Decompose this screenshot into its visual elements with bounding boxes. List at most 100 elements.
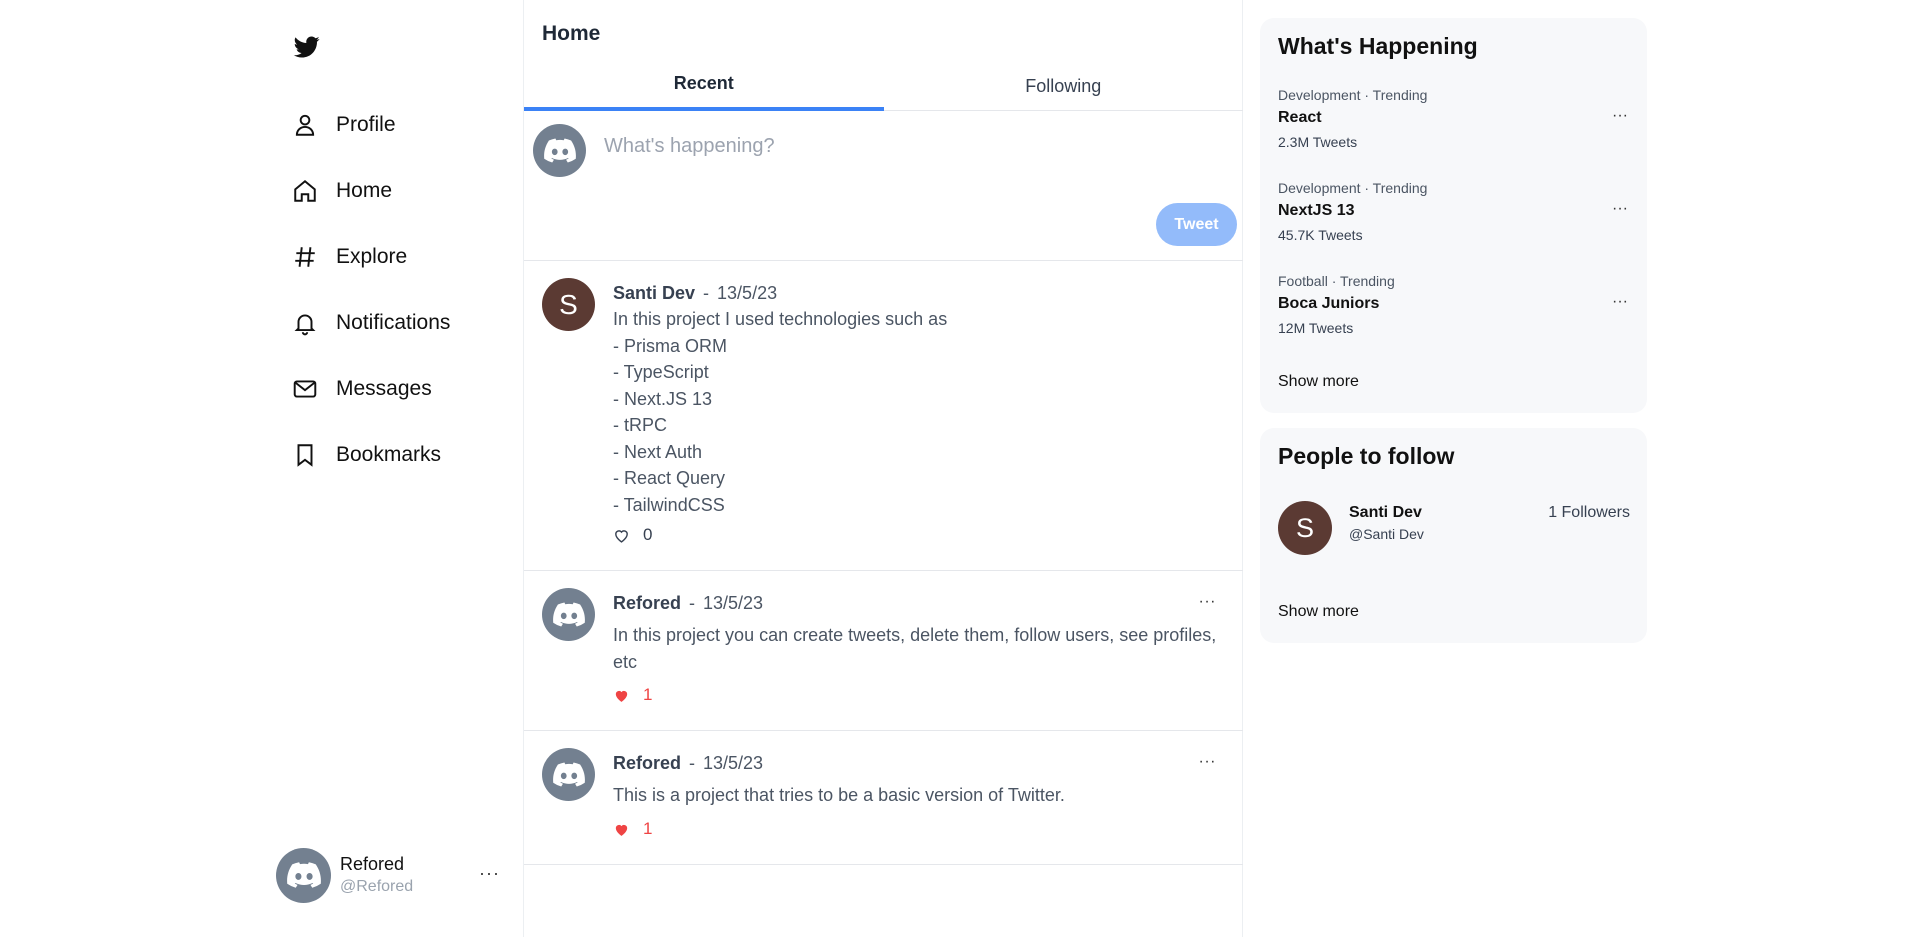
sidebar-item-notifications[interactable]: Notifications xyxy=(292,290,450,356)
avatar xyxy=(533,124,586,177)
current-user-card[interactable]: Refored @Refored ··· xyxy=(276,846,506,904)
tweet-line: - React Query xyxy=(613,468,726,488)
tweet-author[interactable]: Refored xyxy=(613,593,681,613)
tweet-header: Refored -13/5/23 xyxy=(613,753,763,774)
like-button[interactable]: 1 xyxy=(613,819,652,839)
tab-recent[interactable]: Recent xyxy=(524,63,884,111)
more-options-icon[interactable]: ··· xyxy=(479,864,500,882)
trends-title: What's Happening xyxy=(1278,33,1478,59)
tweet-line: - TypeScript xyxy=(613,362,709,382)
tweet-separator: - xyxy=(689,753,696,773)
follow-title: People to follow xyxy=(1278,443,1455,469)
avatar[interactable] xyxy=(542,748,595,801)
tweet-item: S Santi Dev -13/5/23 In this project I us… xyxy=(524,261,1243,571)
sidebar-item-home[interactable]: Home xyxy=(292,158,450,224)
discord-icon xyxy=(286,862,321,888)
sidebar-item-label: Notifications xyxy=(336,311,451,334)
trend-menu-icon[interactable]: ··· xyxy=(1612,293,1628,311)
tweet-composer: Tweet xyxy=(524,111,1243,261)
tweet-line: - Prisma ORM xyxy=(613,335,727,356)
tweet-author[interactable]: Refored xyxy=(613,753,681,773)
bookmark-icon xyxy=(297,444,313,467)
trend-name: Boca Juniors xyxy=(1278,295,1380,312)
tweet-separator: - xyxy=(689,593,696,613)
trend-count: 2.3M Tweets xyxy=(1278,134,1358,150)
tab-following[interactable]: Following xyxy=(884,63,1244,110)
tweet-text: In this project you can create tweets, d… xyxy=(613,625,1217,672)
trend-item[interactable]: Development · Trending NextJS 13 45.7K T… xyxy=(1278,180,1628,243)
tweet-menu-icon[interactable]: ··· xyxy=(1199,753,1216,771)
heart-outline-icon xyxy=(615,529,628,543)
follow-handle: @Santi Dev xyxy=(1349,526,1424,542)
trends-show-more[interactable]: Show more xyxy=(1278,373,1359,391)
trend-category: Football · Trending xyxy=(1278,273,1395,289)
sidebar-item-label: Bookmarks xyxy=(336,443,442,466)
trend-count: 12M Tweets xyxy=(1278,320,1354,336)
tweet-text: In this project I used technologies such… xyxy=(613,306,1223,518)
tweet-button[interactable]: Tweet xyxy=(1156,203,1237,246)
heart-filled-icon xyxy=(615,824,628,836)
avatar: S xyxy=(1278,501,1332,555)
sidebar-item-label: Home xyxy=(336,179,393,202)
left-sidebar: Profile Home Explore Notifications Messa… xyxy=(270,0,523,937)
trend-count: 45.7K Tweets xyxy=(1278,227,1363,243)
tweet-author[interactable]: Santi Dev xyxy=(613,283,695,303)
main-feed: Home Recent Following Tweet S Santi Dev-… xyxy=(523,0,1243,937)
home-icon xyxy=(294,179,316,202)
follow-suggestion[interactable]: S Santi Dev @Santi Dev 1 Followers xyxy=(1278,501,1630,557)
like-count: 0 xyxy=(643,525,653,544)
current-user-names: Refored @Refored xyxy=(340,854,413,896)
tweet-line: - tRPC xyxy=(613,415,667,435)
twitter-bird-icon[interactable] xyxy=(292,34,322,60)
tweet-date: 13/5/23 xyxy=(703,753,764,773)
trend-menu-icon[interactable]: ··· xyxy=(1612,107,1628,125)
sidebar-item-label: Profile xyxy=(336,113,396,136)
follow-show-more[interactable]: Show more xyxy=(1278,603,1359,621)
avatar xyxy=(276,847,331,903)
trend-name: NextJS 13 xyxy=(1278,202,1355,219)
tweet-line: In this project I used technologies such… xyxy=(613,309,948,329)
tweet-header: Santi Dev -13/5/23 xyxy=(613,283,777,304)
like-count: 1 xyxy=(643,685,653,704)
tweet-menu-icon[interactable]: ··· xyxy=(1199,593,1216,611)
trend-item[interactable]: Development · Trending React 2.3M Tweets… xyxy=(1278,87,1628,150)
tweet-line: - TailwindCSS xyxy=(613,494,725,515)
tweet-item: Refored -13/5/23 ··· In this project you … xyxy=(524,571,1243,731)
tweet-item: Refored -13/5/23 ··· This is a project th… xyxy=(524,731,1243,865)
trend-menu-icon[interactable]: ··· xyxy=(1612,200,1628,218)
discord-icon xyxy=(543,138,576,163)
feed-tabs: Recent Following xyxy=(524,63,1243,111)
tweet-text: This is a project that tries to be a bas… xyxy=(613,785,1065,805)
tweet-line: - Next Auth xyxy=(613,441,703,462)
bell-icon xyxy=(294,314,316,336)
tweet-header: Refored -13/5/23 xyxy=(613,593,763,614)
tweet-date: 13/5/23 xyxy=(703,593,764,613)
like-button[interactable]: 1 xyxy=(613,685,652,705)
trend-category: Development · Trending xyxy=(1278,87,1428,103)
sidebar-item-label: Messages xyxy=(336,377,432,400)
current-user-name: Refored xyxy=(340,854,405,874)
user-icon xyxy=(295,114,315,136)
sidebar-item-label: Explore xyxy=(336,245,408,268)
sidebar-item-bookmarks[interactable]: Bookmarks xyxy=(292,422,450,488)
like-count: 1 xyxy=(643,819,653,838)
discord-icon xyxy=(552,602,585,627)
discord-icon xyxy=(552,762,585,787)
avatar[interactable]: S xyxy=(542,278,595,331)
trend-name: React xyxy=(1278,109,1322,126)
trend-item[interactable]: Football · Trending Boca Juniors 12M Twe… xyxy=(1278,273,1628,336)
sidebar-item-messages[interactable]: Messages xyxy=(292,356,450,422)
follower-count: 1 Followers xyxy=(1548,504,1630,521)
page-title: Home xyxy=(542,22,601,45)
tweet-input[interactable] xyxy=(604,135,1204,158)
like-button[interactable]: 0 xyxy=(613,525,652,545)
sidebar-nav: Profile Home Explore Notifications Messa… xyxy=(292,92,450,488)
who-to-follow-panel: People to follow S Santi Dev @Santi Dev … xyxy=(1260,428,1647,643)
sidebar-item-explore[interactable]: Explore xyxy=(292,224,450,290)
avatar[interactable] xyxy=(542,588,595,641)
sidebar-item-profile[interactable]: Profile xyxy=(292,92,450,158)
hashtag-icon xyxy=(295,247,315,267)
envelope-icon xyxy=(293,380,317,398)
tweet-line: - Next.JS 13 xyxy=(613,388,713,409)
tweet-date: 13/5/23 xyxy=(717,283,778,303)
